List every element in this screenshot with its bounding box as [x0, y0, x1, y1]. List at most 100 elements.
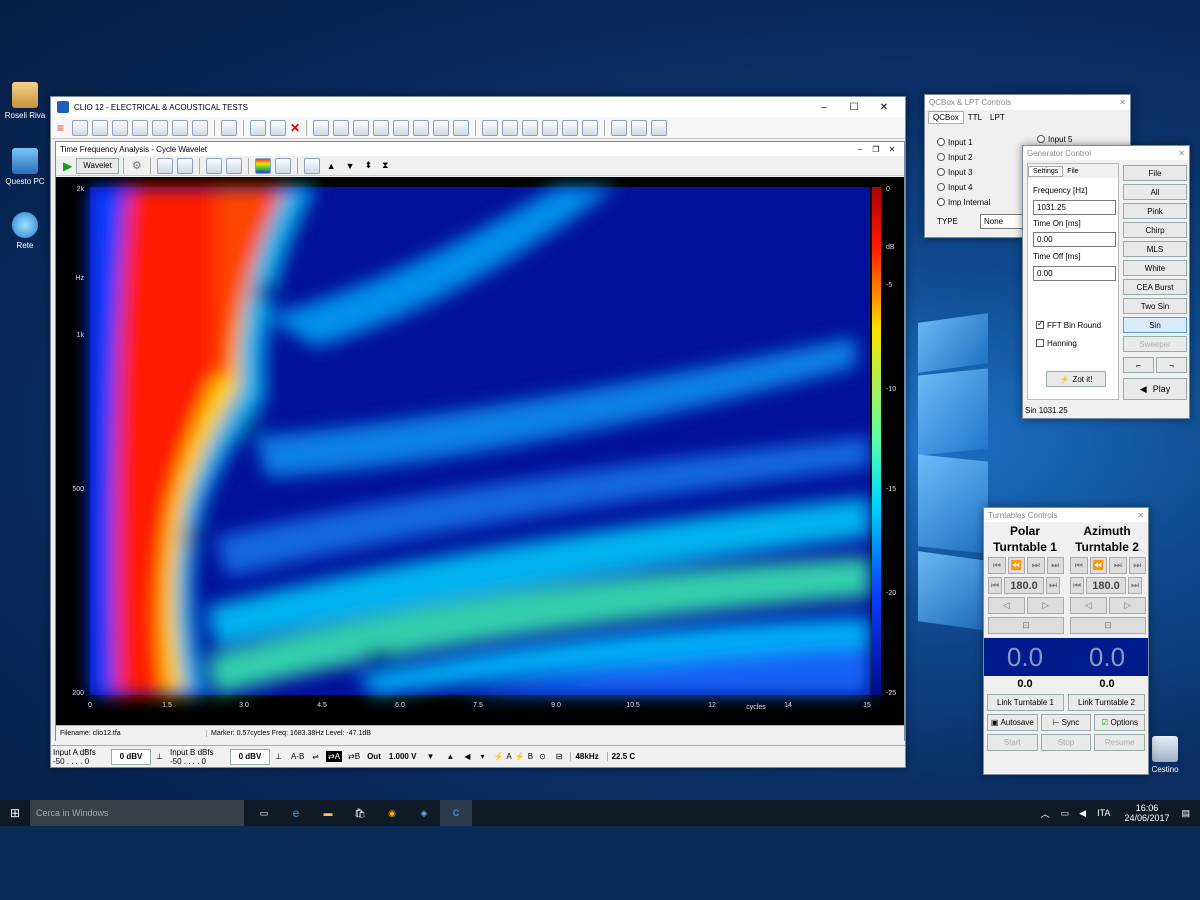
leq-icon[interactable]	[502, 119, 519, 136]
chart-up-icon[interactable]	[205, 157, 222, 174]
tab-qcbox[interactable]: QCBox	[928, 111, 964, 124]
step-back-button[interactable]: ⏮	[988, 577, 1002, 594]
loop-icon[interactable]: ⇌	[312, 752, 319, 761]
wavelet-plot[interactable]: 0 1.5 3.0 4.5 6.0 7.5 9.0 10.5 12 14 15 cycles 2k Hz…	[56, 177, 904, 725]
axis-icon[interactable]	[176, 157, 193, 174]
wavelet-icon[interactable]	[393, 119, 410, 136]
settings-icon[interactable]: ⚙	[132, 159, 142, 172]
edge-icon[interactable]: e	[280, 806, 312, 820]
type-select[interactable]: None	[980, 214, 1025, 229]
tab-settings[interactable]: Settings	[1028, 165, 1064, 177]
end-button[interactable]: ⏭	[1046, 557, 1064, 574]
signal-button-all[interactable]: All	[1123, 184, 1187, 200]
signal-button-sweeper[interactable]: Sweeper	[1123, 336, 1187, 352]
close-icon[interactable]: ✕	[1119, 98, 1126, 107]
volume-icon[interactable]: ◀	[1079, 808, 1086, 819]
fft-bin-round-checkbox[interactable]: FFT Bin Round	[1036, 319, 1101, 330]
zero-button[interactable]: ⏭	[1027, 557, 1045, 574]
waveform-icon[interactable]	[413, 119, 430, 136]
print-icon[interactable]	[192, 119, 209, 136]
app-icon[interactable]: ◈	[408, 808, 440, 819]
export-icon[interactable]	[132, 119, 149, 136]
spectrum-icon[interactable]	[156, 157, 173, 174]
play-button[interactable]: ◀ Play	[1123, 378, 1187, 400]
output-level[interactable]: 1.000 V	[389, 752, 417, 761]
refresh-icon[interactable]	[250, 119, 267, 136]
close-icon[interactable]: ✕	[1178, 149, 1185, 158]
close-icon[interactable]: ✕	[884, 145, 900, 154]
tray-chevron-icon[interactable]: ︿	[1041, 807, 1050, 820]
waterfall-icon[interactable]	[433, 119, 450, 136]
turntable-1-settings-button[interactable]: ⊡	[988, 617, 1064, 634]
device-icon[interactable]: ⊟	[556, 752, 563, 761]
qc-icon[interactable]	[582, 119, 599, 136]
a-minus-b-button[interactable]: A-B	[291, 752, 304, 761]
sample-rate[interactable]: 48kHz	[570, 752, 599, 761]
input-a-range[interactable]: 0 dBV	[111, 748, 151, 765]
task-view-icon[interactable]: ▭	[248, 808, 280, 819]
notes-icon[interactable]	[172, 119, 189, 136]
arrow-down-icon[interactable]: ▼	[346, 161, 355, 171]
chrome-icon[interactable]: ◉	[376, 808, 408, 819]
compress-icon[interactable]: ⧗	[382, 160, 388, 171]
signal-button-mls[interactable]: MLS	[1123, 241, 1187, 257]
rotate-right-button[interactable]: ▷	[1027, 597, 1064, 614]
open-icon[interactable]	[72, 119, 89, 136]
start-button[interactable]: Start	[987, 734, 1038, 751]
signal-button-cea-burst[interactable]: CEA Burst	[1123, 279, 1187, 295]
tab-file[interactable]: File	[1063, 167, 1082, 176]
zero-button[interactable]: ⏭	[1109, 557, 1127, 574]
step-back-button[interactable]: ⏮	[1070, 577, 1084, 594]
signal-button-white[interactable]: White	[1123, 260, 1187, 276]
input-radio[interactable]: Input 1	[937, 135, 990, 150]
turntable-2-angle[interactable]: 180.0	[1086, 577, 1126, 594]
gen-b-icon[interactable]: ⚡	[515, 752, 525, 761]
wf-icon[interactable]	[482, 119, 499, 136]
rotate-left-button[interactable]: ◁	[1070, 597, 1107, 614]
reverse-button[interactable]: ⏪	[1089, 557, 1107, 574]
update-icon[interactable]	[651, 119, 668, 136]
speaker-icon[interactable]: ◀	[464, 752, 470, 761]
taskbar-search-box[interactable]: Cerca in Windows	[30, 800, 244, 826]
autosave-button[interactable]: ▣ Autosave	[987, 714, 1038, 731]
channel-b-icon[interactable]: ⇄B	[348, 752, 360, 761]
step-forward-button[interactable]: ⏭	[1046, 577, 1060, 594]
wavelet-mode-select[interactable]: Wavelet	[76, 157, 119, 174]
minimize-icon[interactable]: –	[809, 102, 839, 113]
end-button[interactable]: ⏭	[1128, 557, 1146, 574]
link-turntable-2-button[interactable]: Link Turntable 2	[1068, 694, 1145, 711]
signal-button-two-sin[interactable]: Two Sin	[1123, 298, 1187, 314]
delete-icon[interactable]: ✕	[290, 121, 300, 135]
restore-icon[interactable]: ❐	[868, 145, 884, 154]
signal-button-pink[interactable]: Pink	[1123, 203, 1187, 219]
zot-it-button[interactable]: ⚡ Zot it!	[1046, 371, 1106, 387]
network-icon[interactable]: ▭	[1061, 808, 1070, 819]
file-explorer-icon[interactable]: ▬	[312, 808, 344, 818]
language-indicator[interactable]: ITA	[1097, 808, 1110, 818]
resume-button[interactable]: Resume	[1094, 734, 1146, 751]
help-icon[interactable]	[631, 119, 648, 136]
maximize-icon[interactable]: ☐	[839, 102, 869, 113]
signal-button-file[interactable]: File	[1123, 165, 1187, 181]
mic-icon[interactable]: ⊙	[539, 752, 546, 761]
input-b-icon[interactable]: ⊥	[275, 752, 282, 761]
dropdown-icon[interactable]: ▾	[480, 752, 484, 761]
sti-icon[interactable]	[542, 119, 559, 136]
save-icon[interactable]	[92, 119, 109, 136]
desktop-icon-network[interactable]: Rete	[0, 212, 50, 250]
input-a-icon[interactable]: ⊥	[156, 752, 163, 761]
input-b-range[interactable]: 0 dBV	[229, 748, 270, 765]
fade-in-button[interactable]: ⌐	[1123, 357, 1154, 373]
grid-icon[interactable]	[303, 157, 320, 174]
rotate-right-button[interactable]: ▷	[1109, 597, 1146, 614]
input-radio[interactable]: Input 3	[937, 165, 990, 180]
pattern-icon[interactable]	[274, 157, 291, 174]
mls-icon[interactable]	[353, 119, 370, 136]
image-icon[interactable]	[152, 119, 169, 136]
desktop-icon-user[interactable]: Roseli Riva	[0, 82, 50, 120]
link-turntable-1-button[interactable]: Link Turntable 1	[987, 694, 1064, 711]
color-scale-icon[interactable]	[254, 157, 271, 174]
level-down-icon[interactable]: ▼	[426, 752, 434, 761]
close-icon[interactable]: ✕	[1137, 511, 1144, 520]
fade-out-button[interactable]: ¬	[1156, 357, 1187, 373]
